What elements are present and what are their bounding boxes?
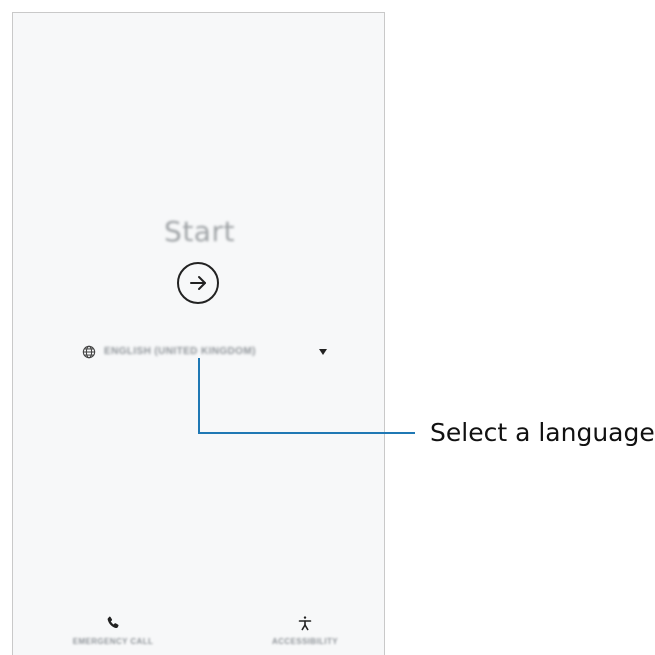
- start-button[interactable]: [177, 262, 219, 304]
- callout-line-vertical: [198, 358, 200, 434]
- phone-icon: [107, 616, 119, 629]
- emergency-call-label: EMERGENCY CALL: [72, 637, 154, 646]
- arrow-right-circle-icon: [190, 276, 206, 290]
- phone-screen: Start ENGLISH (UNITED KINGDOM) EMERGENCY…: [12, 12, 385, 655]
- globe-icon: [82, 345, 96, 359]
- manual-illustration: Start ENGLISH (UNITED KINGDOM) EMERGENCY…: [0, 0, 655, 655]
- accessibility-label: ACCESSIBILITY: [271, 637, 339, 646]
- callout-text: Select a language.: [430, 418, 655, 447]
- emergency-call-button[interactable]: EMERGENCY CALL: [58, 615, 168, 653]
- callout-line-horizontal: [198, 432, 415, 434]
- start-title: Start: [164, 215, 235, 248]
- language-selector[interactable]: ENGLISH (UNITED KINGDOM): [82, 343, 327, 365]
- accessibility-icon: [298, 616, 312, 631]
- dropdown-arrow-icon[interactable]: [319, 349, 327, 355]
- language-selected-value: ENGLISH (UNITED KINGDOM): [104, 346, 256, 357]
- accessibility-button[interactable]: ACCESSIBILITY: [250, 615, 360, 653]
